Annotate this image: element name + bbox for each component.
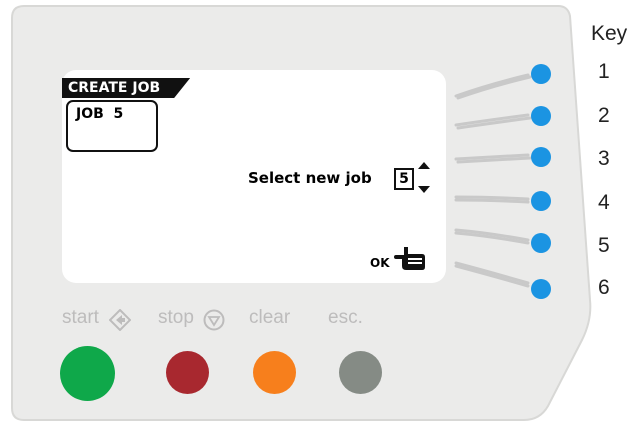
stop-triangle-icon: [203, 309, 225, 331]
soft-key-4[interactable]: [531, 191, 551, 211]
stop-label: stop: [158, 307, 194, 328]
esc-button[interactable]: [339, 351, 382, 394]
key-number-2: 2: [598, 104, 610, 127]
arrow-up-icon[interactable]: [418, 162, 430, 169]
select-new-job-label: Select new job: [248, 169, 372, 187]
esc-label: esc.: [328, 307, 363, 328]
current-job-label: JOB 5: [76, 106, 124, 122]
key-number-1: 1: [598, 60, 610, 83]
start-label: start: [62, 307, 99, 328]
stop-button[interactable]: [166, 351, 209, 394]
key-number-5: 5: [598, 234, 610, 257]
job-number-value[interactable]: 5: [394, 168, 414, 190]
ok-label: OK: [370, 256, 390, 270]
soft-key-5[interactable]: [531, 233, 551, 253]
soft-key-6[interactable]: [531, 279, 551, 299]
key-number-4: 4: [598, 191, 610, 214]
pointing-hand-icon: [394, 247, 425, 270]
key-number-3: 3: [598, 147, 610, 170]
clear-label: clear: [249, 307, 291, 328]
soft-key-2[interactable]: [531, 106, 551, 126]
start-button[interactable]: [60, 346, 115, 401]
current-job-box: JOB 5: [66, 100, 158, 152]
lcd-screen: CREATE JOB JOB 5 Select new job 5 OK: [62, 70, 446, 283]
soft-key-1[interactable]: [531, 64, 551, 84]
key-number-6: 6: [598, 276, 610, 299]
clear-button[interactable]: [253, 351, 296, 394]
screen-title-tab: CREATE JOB: [62, 78, 190, 98]
key-title: Key: [591, 22, 628, 45]
arrow-down-icon[interactable]: [418, 186, 430, 193]
diamond-arrow-icon: [109, 309, 131, 331]
soft-key-3[interactable]: [531, 147, 551, 167]
